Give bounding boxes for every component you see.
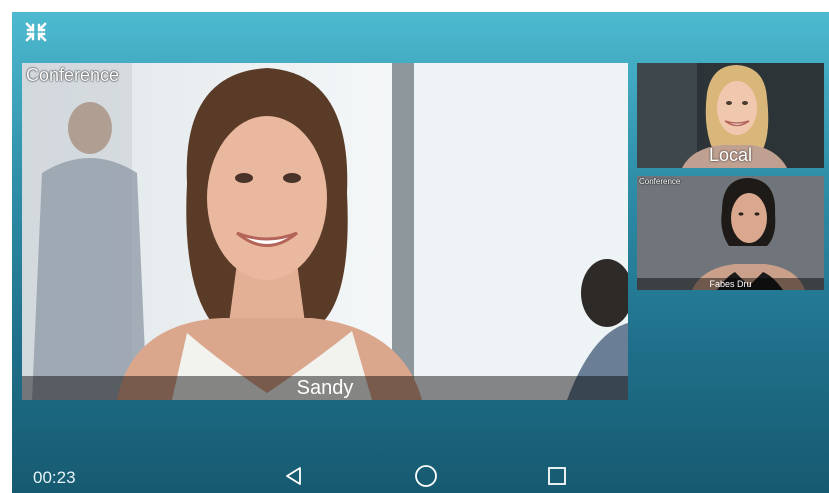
navigation-bar: 00:23	[12, 457, 829, 493]
remote-participant-name: Fabes Dru	[637, 278, 824, 290]
home-circle-icon	[415, 465, 437, 487]
local-video-tile[interactable]: Local	[637, 63, 824, 168]
back-triangle-icon	[286, 467, 301, 485]
remote-mode-label: Conference	[639, 177, 681, 186]
main-video-panel[interactable]: Conference Sandy	[22, 63, 628, 400]
main-mode-label: Conference	[26, 65, 120, 85]
remote-video-image	[637, 176, 824, 290]
exit-fullscreen-button[interactable]	[22, 18, 50, 46]
back-button[interactable]	[280, 463, 308, 489]
call-timer: 00:23	[33, 468, 76, 487]
remote-video-tile[interactable]: Conference Fabes Dru	[637, 176, 824, 290]
main-video-image	[22, 63, 628, 400]
home-button[interactable]	[412, 463, 440, 489]
video-call-screen: Conference Sandy Local Conference Fabes	[12, 12, 829, 493]
recents-button[interactable]	[543, 463, 571, 489]
main-participant-name: Sandy	[22, 376, 628, 400]
exit-fullscreen-icon	[25, 22, 47, 42]
local-video-label: Local	[708, 145, 753, 165]
recents-square-icon	[548, 467, 566, 485]
